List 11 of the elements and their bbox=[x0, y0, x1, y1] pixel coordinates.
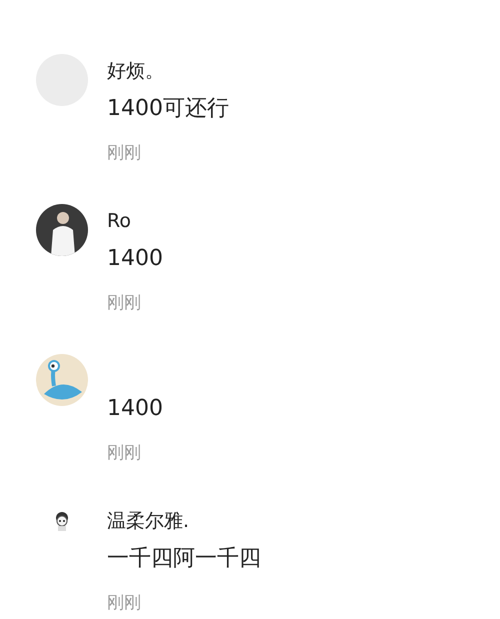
comment-time: 刚刚 bbox=[107, 143, 141, 163]
comment-time: 刚刚 bbox=[107, 593, 141, 613]
comment-text: 1400可还行 bbox=[107, 96, 229, 121]
user-name: 温柔尔雅. bbox=[107, 510, 190, 532]
comment-time: 刚刚 bbox=[107, 293, 141, 313]
comment-text: 1400 bbox=[107, 246, 163, 271]
comment-text: 一千四阿一千四 bbox=[107, 546, 261, 571]
comment-time: 刚刚 bbox=[107, 443, 141, 463]
user-name: Ro bbox=[107, 210, 131, 232]
comment-text: 1400 bbox=[107, 396, 163, 421]
user-name: 好烦。 bbox=[107, 60, 164, 82]
